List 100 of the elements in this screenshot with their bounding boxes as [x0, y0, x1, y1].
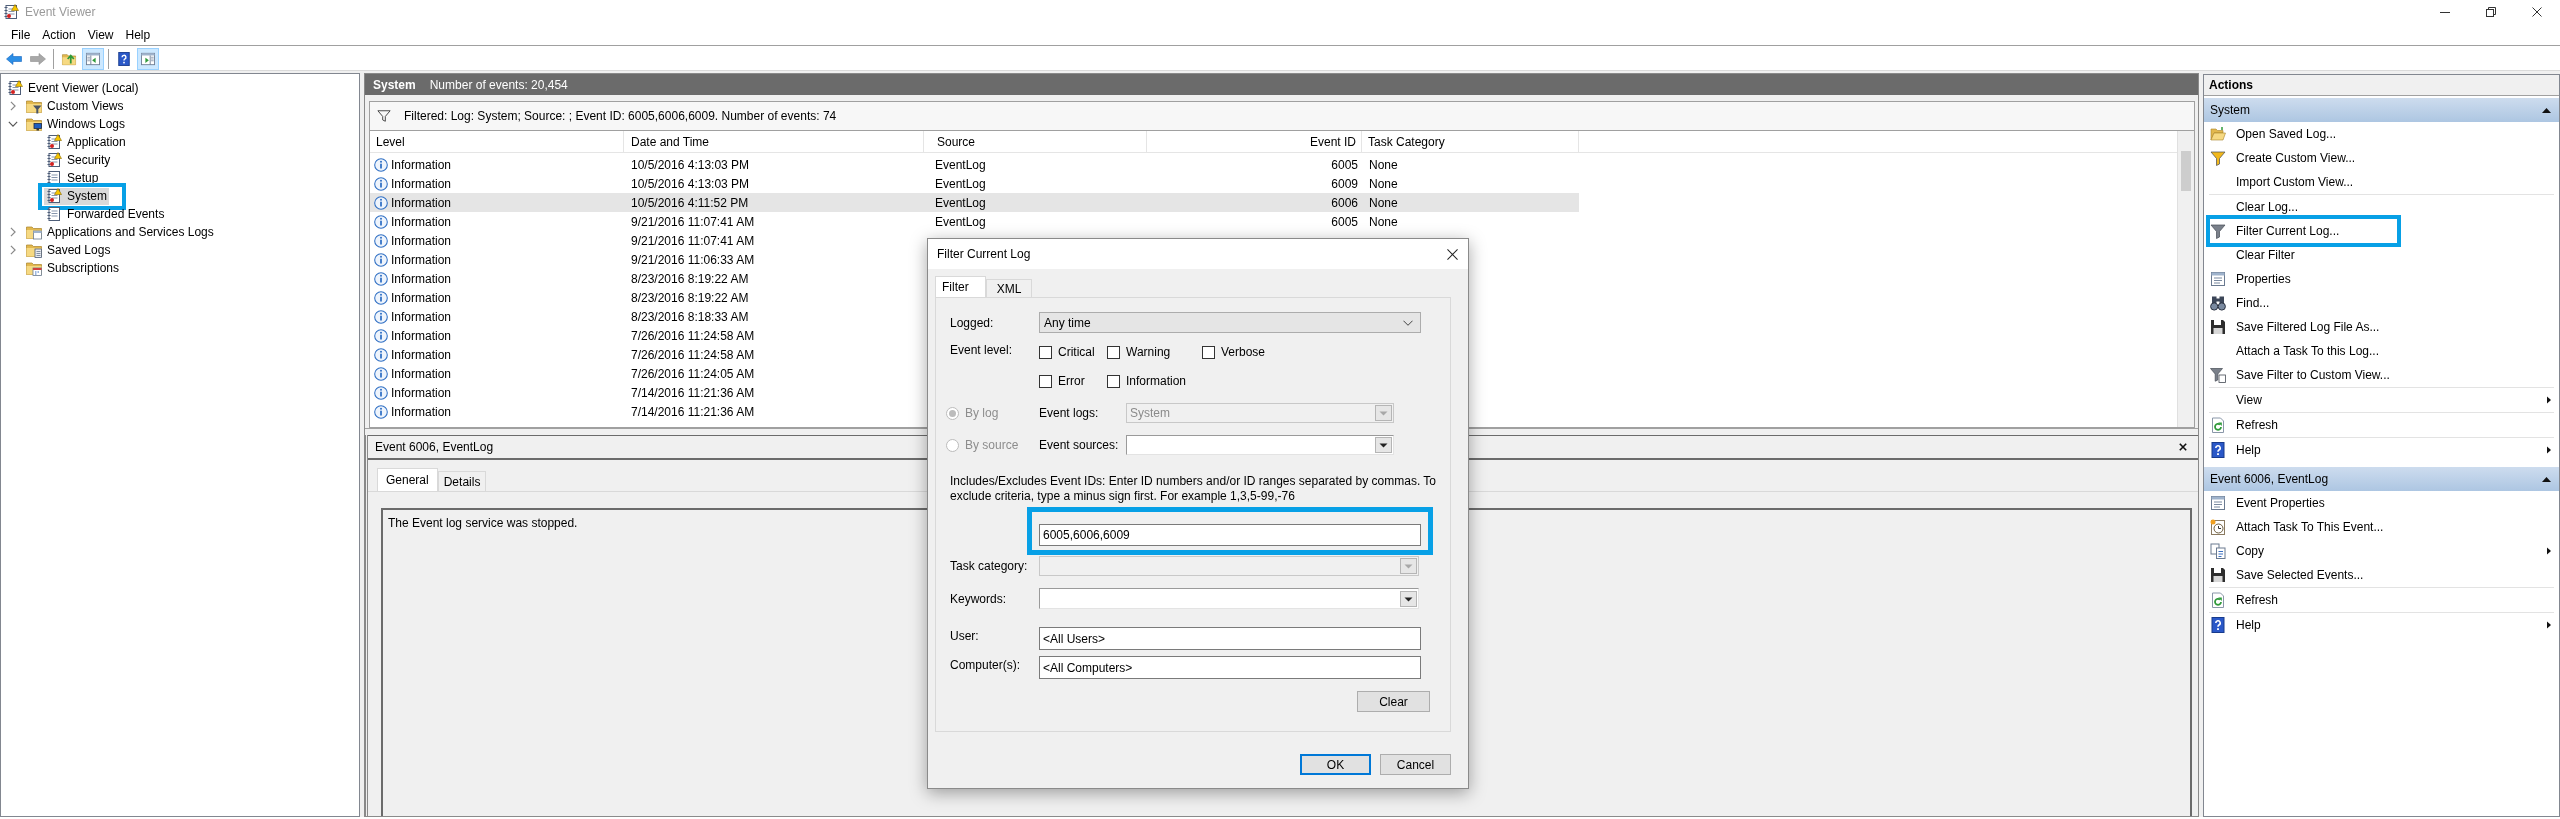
- table-row[interactable]: Information 9/21/2016 11:06:33 AM: [370, 250, 924, 269]
- table-row[interactable]: Information 9/21/2016 11:07:41 AM: [370, 231, 924, 250]
- checkbox[interactable]: [1107, 374, 1120, 388]
- checkbox[interactable]: [1039, 345, 1052, 359]
- table-row[interactable]: Information 8/23/2016 8:19:22 AM: [370, 288, 924, 307]
- tree-item[interactable]: Custom Views: [24, 97, 126, 115]
- command-link[interactable]: Open Saved Log...: [2204, 122, 2559, 146]
- command-link[interactable]: Properties: [2204, 267, 2559, 291]
- logged-dropdown[interactable]: Any time: [1039, 312, 1421, 333]
- scrollbar-track[interactable]: [2177, 131, 2194, 427]
- table-row[interactable]: Information 7/26/2016 11:24:58 AM: [370, 345, 924, 364]
- checkbox[interactable]: [1107, 345, 1120, 359]
- column-header[interactable]: Level: [370, 131, 624, 152]
- clear-button[interactable]: Clear: [1357, 691, 1430, 712]
- close-button[interactable]: [2176, 440, 2190, 454]
- user-field[interactable]: <All Users>: [1039, 627, 1421, 650]
- caret-down-icon[interactable]: [1400, 590, 1417, 607]
- command-link[interactable]: Event Properties: [2204, 491, 2559, 515]
- column-header[interactable]: Task Category: [1362, 131, 1579, 152]
- computers-field[interactable]: <All Computers>: [1039, 656, 1421, 679]
- table-cell-text: EventLog: [934, 176, 987, 191]
- command-link[interactable]: Attach Task To This Event...: [2204, 515, 2559, 539]
- field-label: User:: [950, 629, 980, 643]
- log-name: System: [373, 77, 416, 92]
- command-link[interactable]: Attach a Task To this Log...: [2204, 339, 2559, 363]
- tree-item[interactable]: Forwarded Events: [44, 205, 167, 223]
- tab[interactable]: General: [377, 468, 438, 491]
- table-row[interactable]: Information 7/26/2016 11:24:05 AM: [370, 364, 924, 383]
- checkbox[interactable]: [1202, 345, 1215, 359]
- table-cell: Information: [391, 233, 452, 248]
- command-link[interactable]: Import Custom View...: [2204, 170, 2559, 194]
- command-link[interactable]: Create Custom View...: [2204, 146, 2559, 170]
- info-icon: [374, 347, 388, 362]
- console-tree-button[interactable]: [82, 47, 104, 70]
- command-link[interactable]: Refresh: [2204, 413, 2559, 437]
- command-link[interactable]: Refresh: [2204, 588, 2559, 612]
- section-header[interactable]: System: [2204, 98, 2559, 122]
- table-cell-text: None: [1368, 176, 1399, 191]
- command-link[interactable]: Help: [2204, 438, 2559, 462]
- table-cell-text: 6005: [1330, 157, 1359, 172]
- caret-up-icon[interactable]: [2542, 476, 2551, 482]
- caret-up-icon[interactable]: [2542, 107, 2551, 113]
- tree-item[interactable]: Event Viewer (Local): [5, 79, 141, 97]
- table-row[interactable]: Information 10/5/2016 4:13:03 PM EventLog 6005 None: [370, 155, 1579, 174]
- column-header[interactable]: Date and Time: [624, 131, 924, 152]
- info-icon: [374, 233, 388, 248]
- command-link[interactable]: Save Filtered Log File As...: [2204, 315, 2559, 339]
- checkbox-label: Verbose: [1221, 345, 1266, 359]
- menu-item[interactable]: File: [5, 25, 37, 44]
- tree-item[interactable]: System: [44, 187, 109, 205]
- checkbox[interactable]: [1039, 374, 1052, 388]
- event-ids-field[interactable]: 6005,6006,6009: [1039, 524, 1421, 546]
- table-cell-text: 6006: [1330, 195, 1359, 210]
- tree-item[interactable]: Saved Logs: [24, 241, 113, 259]
- refresh-icon: [2210, 592, 2226, 608]
- menu-item[interactable]: View: [81, 25, 120, 44]
- column-header[interactable]: Event ID: [1147, 131, 1362, 152]
- scrollbar-thumb[interactable]: [2181, 151, 2191, 191]
- command-link[interactable]: Clear Filter: [2204, 243, 2559, 267]
- menu-item[interactable]: Help: [119, 25, 157, 44]
- tree-item[interactable]: Applications and Services Logs: [24, 223, 216, 241]
- tab[interactable]: Details: [437, 471, 487, 491]
- chevron-right-icon[interactable]: [10, 245, 16, 255]
- dialog-button[interactable]: OK: [1300, 754, 1371, 775]
- caret-down-icon[interactable]: [1375, 437, 1392, 453]
- command-link[interactable]: Clear Log...: [2204, 195, 2559, 219]
- command-link[interactable]: Copy: [2204, 539, 2559, 563]
- dialog-button[interactable]: Cancel: [1380, 754, 1451, 775]
- table-row[interactable]: Information 9/21/2016 11:07:41 AM EventLog 6005 None: [370, 212, 1579, 231]
- chevron-right-icon[interactable]: [10, 227, 16, 237]
- binoculars-icon: [2210, 295, 2226, 311]
- tab[interactable]: XML: [985, 279, 1033, 297]
- menu-item[interactable]: Action: [36, 25, 82, 44]
- action-pane-button[interactable]: [137, 47, 159, 70]
- command-link[interactable]: Filter Current Log...: [2204, 219, 2559, 243]
- chevron-right-icon[interactable]: [10, 101, 16, 111]
- tree-item[interactable]: Application: [44, 133, 128, 151]
- tree-item[interactable]: Setup: [44, 169, 101, 187]
- section-header[interactable]: Event 6006, EventLog: [2204, 467, 2559, 491]
- table-row[interactable]: Information 7/14/2016 11:21:36 AM: [370, 402, 924, 421]
- tree-item[interactable]: Windows Logs: [24, 115, 128, 133]
- tree-item[interactable]: Security: [44, 151, 113, 169]
- table-row[interactable]: Information 8/23/2016 8:18:33 AM: [370, 307, 924, 326]
- command-link[interactable]: Save Filter to Custom View...: [2204, 363, 2559, 387]
- table-row[interactable]: Information 7/14/2016 11:21:36 AM: [370, 383, 924, 402]
- table-row[interactable]: Information 8/23/2016 8:19:22 AM: [370, 269, 924, 288]
- tree-item[interactable]: Subscriptions: [24, 259, 122, 277]
- close-button[interactable]: [1444, 246, 1460, 262]
- table-row[interactable]: Information 7/26/2016 11:24:58 AM: [370, 326, 924, 345]
- command-link[interactable]: Find...: [2204, 291, 2559, 315]
- command-link[interactable]: View: [2204, 388, 2559, 412]
- table-cell-text: 7/26/2016 11:24:58 AM: [630, 347, 756, 362]
- tab[interactable]: Filter: [935, 276, 986, 297]
- command-link[interactable]: Help: [2204, 613, 2559, 637]
- chevron-down-icon[interactable]: [8, 121, 18, 127]
- table-row[interactable]: Information 10/5/2016 4:11:52 PM EventLog 6006 None: [370, 193, 1579, 212]
- window-title: Event Viewer: [25, 5, 96, 19]
- command-link[interactable]: Save Selected Events...: [2204, 563, 2559, 587]
- column-header[interactable]: Source: [924, 131, 1147, 152]
- table-row[interactable]: Information 10/5/2016 4:13:03 PM EventLog 6009 None: [370, 174, 1579, 193]
